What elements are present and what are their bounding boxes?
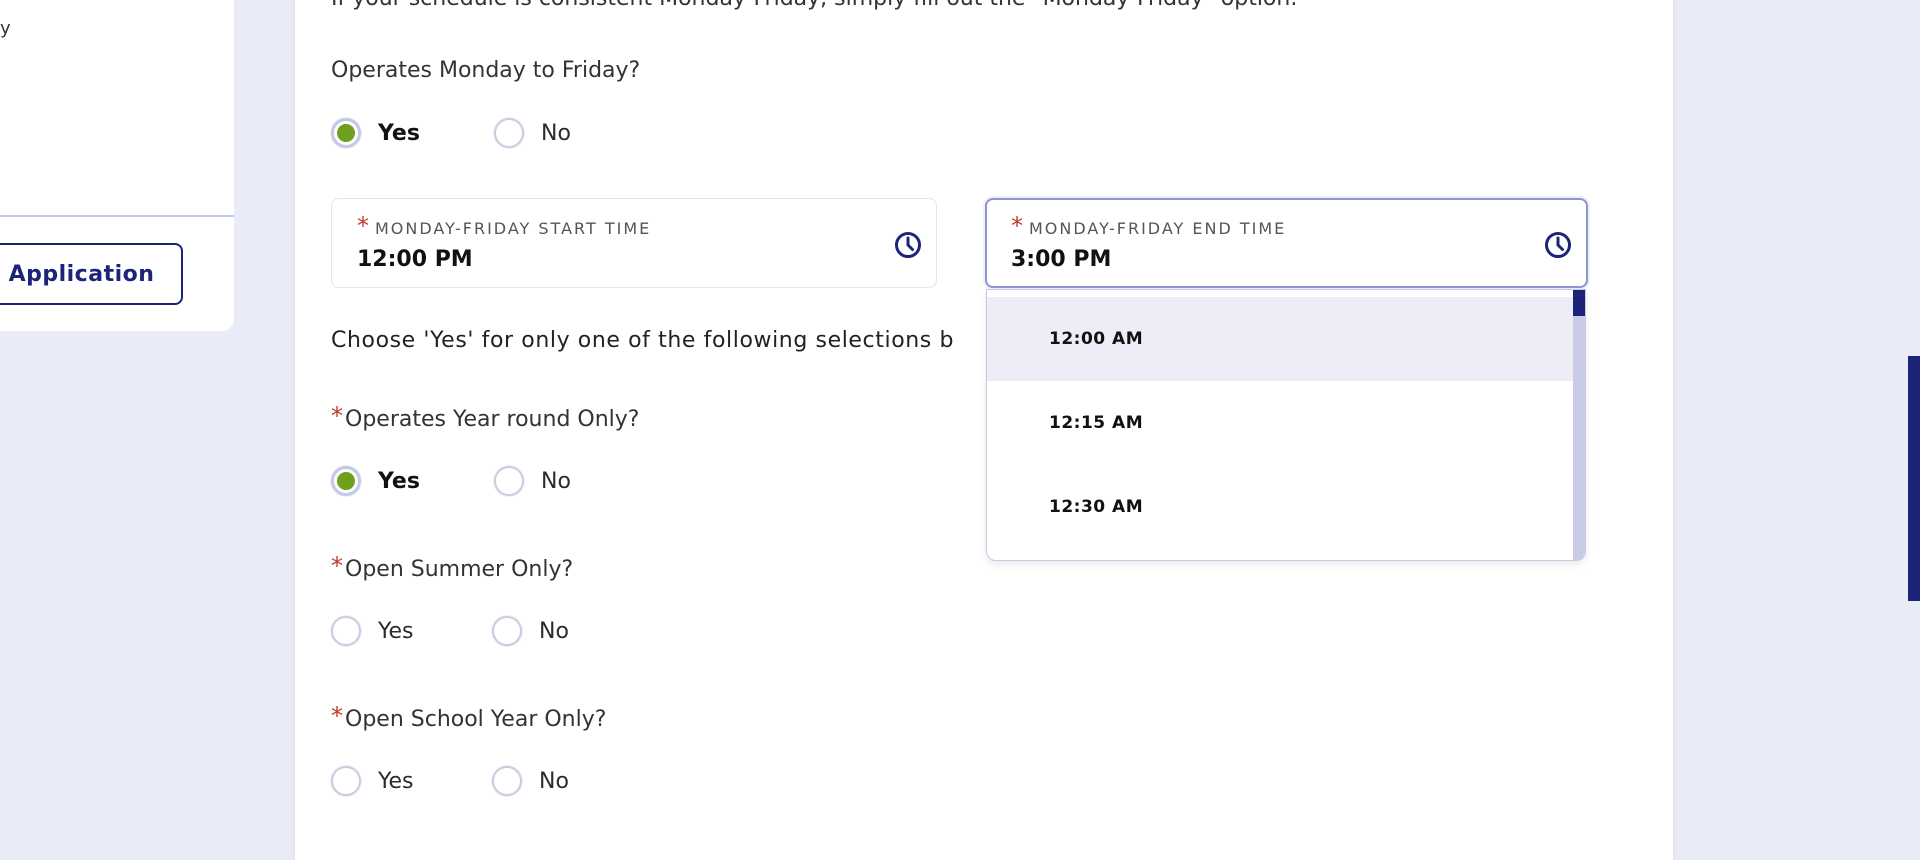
- summer-no-radio[interactable]: No: [492, 611, 569, 651]
- page-scrollbar-thumb[interactable]: [1908, 356, 1920, 601]
- radio-circle: [492, 766, 522, 796]
- required-mark: *: [1011, 212, 1025, 240]
- school-yes-radio[interactable]: Yes: [331, 761, 414, 801]
- monfri-question: Operates Monday to Friday?: [331, 58, 640, 83]
- school-yes-label: Yes: [378, 768, 414, 794]
- school-no-label: No: [539, 768, 569, 794]
- required-mark: *: [357, 212, 371, 240]
- clock-icon[interactable]: [1544, 231, 1572, 259]
- end-time-dropdown[interactable]: 12:00 AM 12:15 AM 12:30 AM: [986, 289, 1586, 561]
- radio-circle: [494, 466, 524, 496]
- monfri-no-radio[interactable]: No: [494, 113, 571, 153]
- school-no-radio[interactable]: No: [492, 761, 569, 801]
- required-mark: *: [331, 702, 343, 730]
- radio-selected-dot: [337, 124, 355, 142]
- dropdown-scrollbar[interactable]: [1573, 290, 1585, 560]
- time-option[interactable]: 12:00 AM: [987, 297, 1574, 381]
- radio-circle: [331, 118, 361, 148]
- radio-circle: [494, 118, 524, 148]
- school-question-label: Open School Year Only?: [345, 707, 607, 732]
- required-mark: *: [331, 402, 343, 430]
- end-time-label: * MONDAY-FRIDAY END TIME: [1011, 212, 1287, 240]
- monfri-no-label: No: [541, 120, 571, 146]
- monfri-yes-label: Yes: [378, 120, 420, 146]
- summer-question-label: Open Summer Only?: [345, 557, 574, 582]
- clock-icon[interactable]: [894, 231, 922, 259]
- sidebar-card: y Application: [0, 0, 234, 331]
- monfri-yes-radio[interactable]: Yes: [331, 113, 420, 153]
- start-time-field[interactable]: * MONDAY-FRIDAY START TIME 12:00 PM: [331, 198, 937, 288]
- radio-circle: [331, 466, 361, 496]
- start-time-label: * MONDAY-FRIDAY START TIME: [357, 212, 652, 240]
- radio-circle: [331, 616, 361, 646]
- summer-yes-label: Yes: [378, 618, 414, 644]
- end-time-value: 3:00 PM: [1011, 247, 1112, 272]
- school-question: *Open School Year Only?: [331, 702, 607, 732]
- yearround-yes-radio[interactable]: Yes: [331, 461, 420, 501]
- sidebar-text-fragment: y: [0, 18, 11, 39]
- summer-yes-radio[interactable]: Yes: [331, 611, 414, 651]
- time-option[interactable]: 12:30 AM: [987, 465, 1574, 549]
- summer-question: *Open Summer Only?: [331, 552, 574, 582]
- yearround-question: *Operates Year round Only?: [331, 402, 640, 432]
- summer-no-label: No: [539, 618, 569, 644]
- yearround-no-radio[interactable]: No: [494, 461, 571, 501]
- application-button[interactable]: Application: [0, 243, 183, 305]
- yearround-yes-label: Yes: [378, 468, 420, 494]
- radio-selected-dot: [337, 472, 355, 490]
- choose-instruction-text: Choose 'Yes' for only one of the followi…: [331, 328, 955, 353]
- yearround-no-label: No: [541, 468, 571, 494]
- intro-text: If your schedule is consistent Monday-Fr…: [331, 0, 1297, 11]
- monfri-question-label: Operates Monday to Friday?: [331, 58, 641, 83]
- yearround-question-label: Operates Year round Only?: [345, 407, 640, 432]
- required-mark: *: [331, 552, 343, 580]
- time-option[interactable]: 12:15 AM: [987, 381, 1574, 465]
- radio-circle: [331, 766, 361, 796]
- start-time-value: 12:00 PM: [357, 247, 473, 272]
- end-time-field[interactable]: * MONDAY-FRIDAY END TIME 3:00 PM: [985, 198, 1588, 288]
- sidebar-divider: [0, 215, 234, 217]
- dropdown-scrollbar-thumb[interactable]: [1573, 290, 1585, 316]
- radio-circle: [492, 616, 522, 646]
